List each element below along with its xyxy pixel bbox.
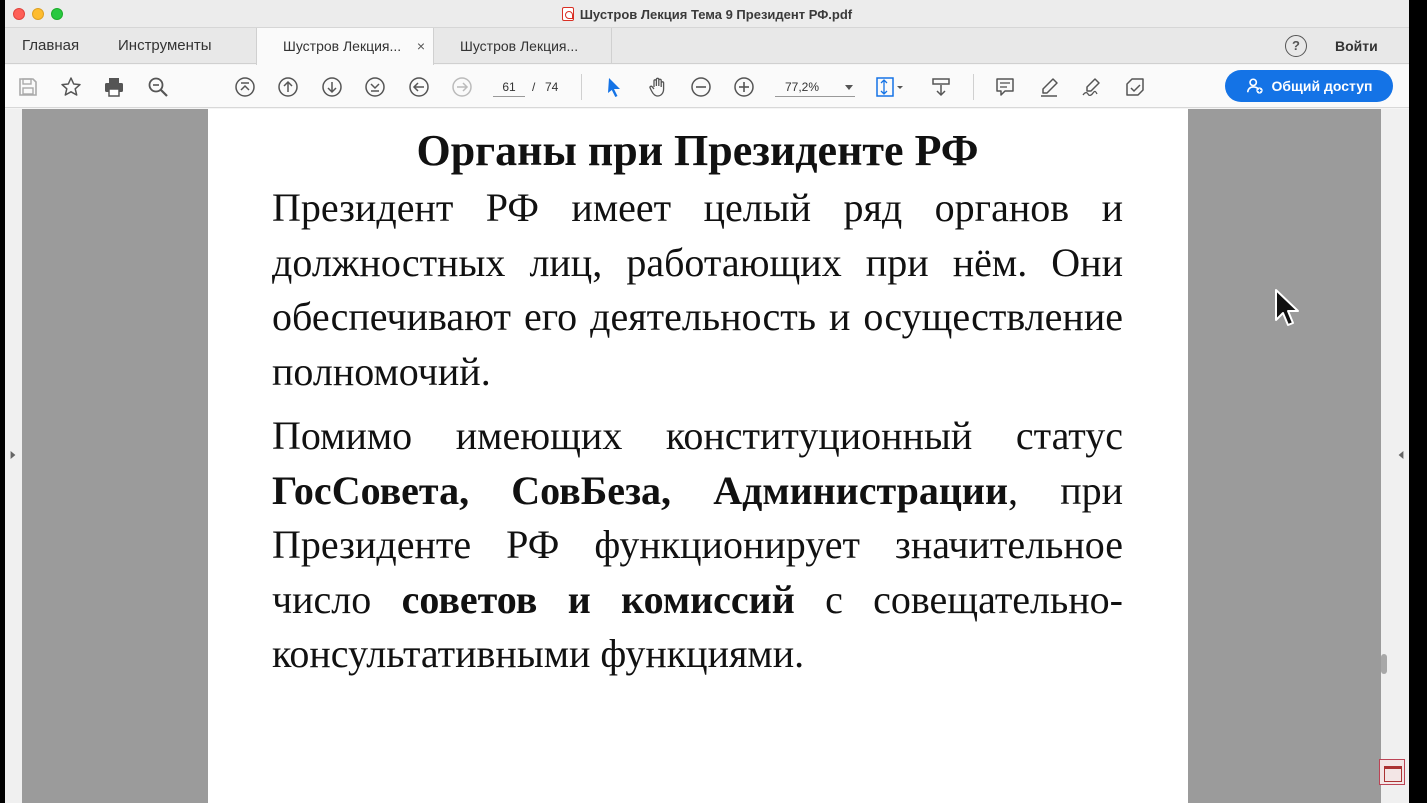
paragraph-2-bold-councils: советов и комиссий <box>401 576 795 622</box>
next-page-icon[interactable] <box>319 74 345 100</box>
print-icon[interactable] <box>101 74 127 100</box>
paragraph-1: Президент РФ имеет целый ряд органов и д… <box>272 185 1123 394</box>
vertical-scrollbar-thumb[interactable] <box>1381 654 1387 674</box>
add-user-icon <box>1246 78 1263 94</box>
tab-label: Шустров Лекция... <box>460 38 579 54</box>
page-content: Органы при Президенте РФ Президент РФ им… <box>272 125 1123 692</box>
fit-page-icon[interactable] <box>873 74 907 100</box>
page-number-input[interactable]: 61 <box>493 77 525 97</box>
left-panel-toggle[interactable] <box>5 109 22 803</box>
arrow-pointer-icon[interactable] <box>601 74 627 100</box>
university-logo-icon <box>1379 759 1405 785</box>
stamp-icon[interactable] <box>1122 74 1148 100</box>
signin-link[interactable]: Войти <box>1335 28 1378 64</box>
share-button[interactable]: Общий доступ <box>1225 70 1393 102</box>
tab-bar: Главная Инструменты Шустров Лекция... × … <box>5 28 1409 65</box>
title-bar: Шустров Лекция Тема 9 Президент РФ.pdf <box>5 0 1409 28</box>
zoom-search-icon[interactable] <box>145 74 171 100</box>
window-title: Шустров Лекция Тема 9 Президент РФ.pdf <box>579 6 853 22</box>
toolbar: 61 / 74 77,2% Общий доступ <box>5 65 1409 108</box>
tab-document-active[interactable]: Шустров Лекция... × <box>256 28 434 65</box>
mouse-cursor-icon <box>1275 289 1299 326</box>
right-panel-toggle[interactable] <box>1381 109 1409 803</box>
chevron-left-icon <box>1398 451 1404 459</box>
nav-home[interactable]: Главная <box>22 28 79 64</box>
nav-tools[interactable]: Инструменты <box>118 28 212 64</box>
star-icon[interactable] <box>58 74 84 100</box>
paragraph-2-text: Помимо имеющих конституционный статус <box>272 413 1123 458</box>
app-window: Шустров Лекция Тема 9 Президент РФ.pdf Г… <box>5 0 1409 803</box>
zoom-value: 77,2% <box>785 80 820 94</box>
help-icon[interactable]: ? <box>1285 35 1307 57</box>
toolbar-divider <box>581 74 582 100</box>
scroll-mode-icon[interactable] <box>928 74 954 100</box>
save-icon[interactable] <box>15 74 41 100</box>
hand-icon[interactable] <box>645 74 671 100</box>
prev-page-icon[interactable] <box>275 74 301 100</box>
highlight-pen-icon[interactable] <box>1036 74 1062 100</box>
back-icon[interactable] <box>406 74 432 100</box>
document-viewport[interactable]: Органы при Президенте РФ Президент РФ им… <box>5 109 1409 803</box>
comment-icon[interactable] <box>992 74 1018 100</box>
chevron-right-icon <box>10 451 16 459</box>
minus-circle-icon[interactable] <box>688 74 714 100</box>
share-button-label: Общий доступ <box>1271 78 1373 94</box>
first-page-icon[interactable] <box>232 74 258 100</box>
sign-icon[interactable] <box>1079 74 1105 100</box>
zoom-select[interactable]: 77,2% <box>775 77 855 97</box>
page-separator: / <box>532 80 536 94</box>
toolbar-divider <box>973 74 974 100</box>
forward-icon[interactable] <box>449 74 475 100</box>
pdf-page: Органы при Президенте РФ Президент РФ им… <box>208 109 1188 803</box>
page-heading: Органы при Президенте РФ <box>416 126 979 175</box>
page-total: 74 <box>545 80 559 94</box>
last-page-icon[interactable] <box>362 74 388 100</box>
paragraph-2: Помимо имеющих конституционный статус Го… <box>272 409 1123 682</box>
tab-label: Шустров Лекция... <box>283 38 402 54</box>
pdf-file-icon <box>561 7 574 21</box>
plus-circle-icon[interactable] <box>731 74 757 100</box>
paragraph-2-bold-bodies: ГосСовета, СовБеза, Администрации <box>272 467 1008 513</box>
tab-document-2[interactable]: Шустров Лекция... <box>434 28 612 64</box>
tab-close-button[interactable]: × <box>417 28 425 64</box>
window-title-area: Шустров Лекция Тема 9 Президент РФ.pdf <box>5 0 1409 28</box>
chevron-down-icon <box>845 85 853 90</box>
